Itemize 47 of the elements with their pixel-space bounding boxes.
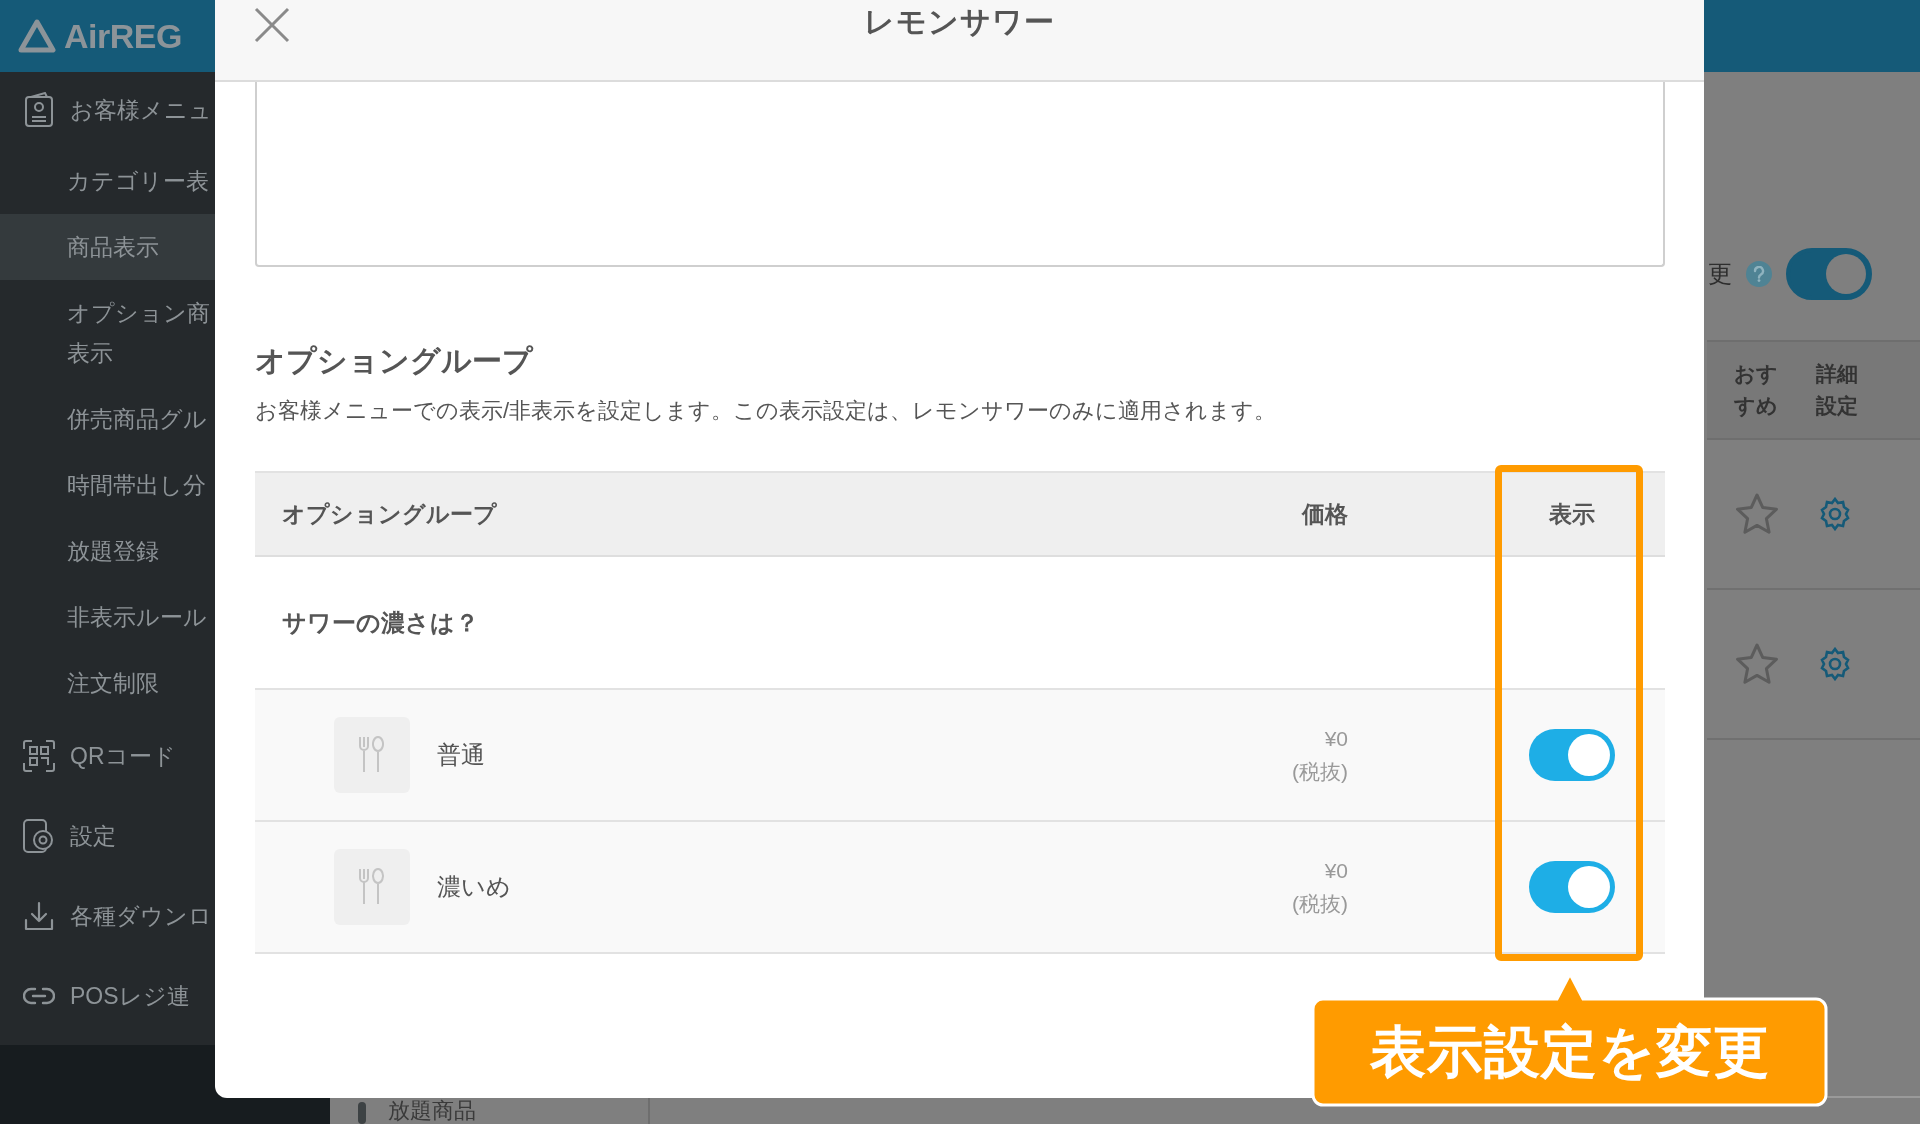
option-price: ¥0 xyxy=(1324,858,1348,884)
fork-spoon-icon xyxy=(357,867,387,907)
star-icon[interactable] xyxy=(1734,492,1780,536)
logo-triangle-icon xyxy=(18,19,56,53)
tax-note: (税抜) xyxy=(1292,759,1348,785)
option-name: 濃いめ xyxy=(437,872,511,902)
download-icon xyxy=(23,900,55,932)
fork-spoon-icon xyxy=(357,735,387,775)
option-name: 普通 xyxy=(437,740,485,770)
sidebar-subitem[interactable]: 時間帯出し分 xyxy=(0,452,215,518)
section-description: お客様メニューでの表示/非表示を設定します。この表示設定は、レモンサワーのみに適用されます。 xyxy=(255,397,1278,425)
column-header: 価格 xyxy=(1148,471,1498,557)
visibility-toggle[interactable] xyxy=(1529,729,1615,781)
close-icon xyxy=(253,6,291,44)
column-header: オプショングループ xyxy=(255,471,1148,557)
column-header: 詳細設定 xyxy=(1816,361,1860,419)
callout-text: 表示設定を変更 xyxy=(1369,1020,1770,1084)
sidebar-subitem[interactable]: 放題登録 xyxy=(0,518,215,584)
sidebar-item[interactable]: 設定 xyxy=(0,796,215,876)
menu-card-icon xyxy=(23,92,55,128)
sidebar-item[interactable]: お客様メニュ xyxy=(0,72,215,148)
close-button[interactable] xyxy=(253,6,291,44)
toggle-switch[interactable] xyxy=(1786,248,1872,300)
link-icon xyxy=(23,985,55,1007)
text-area[interactable] xyxy=(255,82,1665,267)
sidebar-subitem[interactable]: オプション商表示 xyxy=(0,280,215,386)
sidebar-subitem[interactable]: カテゴリー表 xyxy=(0,148,215,214)
setting-label: 更 xyxy=(1708,259,1732,289)
sidebar-item[interactable]: QRコード xyxy=(0,716,215,796)
sidebar-item[interactable]: 各種ダウンロ xyxy=(0,876,215,956)
sidebar-subitem[interactable]: 注文制限 xyxy=(0,650,215,716)
section-title: オプショングループ xyxy=(255,343,535,379)
drag-handle[interactable] xyxy=(358,1102,366,1124)
modal-title: レモンサワー xyxy=(864,4,1055,40)
sidebar-subitem[interactable]: 併売商品グル xyxy=(0,386,215,452)
qr-code-icon xyxy=(22,739,56,773)
app-logo: AirREG xyxy=(64,16,182,56)
tax-note: (税抜) xyxy=(1292,891,1348,917)
star-icon[interactable] xyxy=(1734,642,1780,686)
help-icon[interactable] xyxy=(1753,266,1765,282)
sidebar-item[interactable]: POSレジ連 xyxy=(0,956,215,1036)
option-price: ¥0 xyxy=(1324,726,1348,752)
visibility-toggle[interactable] xyxy=(1529,861,1615,913)
list-item-label: 放題商品 xyxy=(388,1098,476,1124)
column-header: おすすめ xyxy=(1734,361,1779,419)
sidebar-subitem[interactable]: 非表示ルール xyxy=(0,584,215,650)
sidebar-subitem[interactable]: 商品表示 xyxy=(0,214,215,280)
